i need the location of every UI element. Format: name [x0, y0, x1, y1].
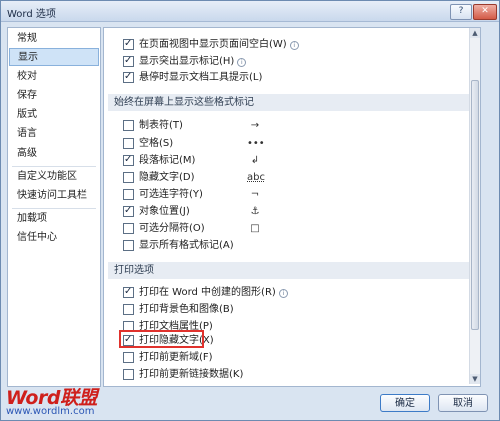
hidden-text-mark-icon: abc	[247, 172, 265, 183]
sidebar-item-advanced[interactable]: 高级	[9, 145, 99, 163]
option-print-background[interactable]: 打印背景色和图像(B)	[123, 303, 234, 317]
checkbox[interactable]	[123, 285, 134, 299]
cancel-button[interactable]: 取消	[438, 394, 488, 412]
option-object-anchors[interactable]: 对象位置(J) ⚓	[123, 204, 259, 219]
info-icon: i	[289, 40, 299, 50]
sidebar-item-language[interactable]: 语言	[9, 125, 99, 143]
sidebar-item-trust-center[interactable]: 信任中心	[9, 229, 99, 247]
checkbox[interactable]	[123, 303, 134, 315]
option-show-whitespace[interactable]: 在页面视图中显示页面间空白(W)i	[123, 37, 299, 52]
space-mark-icon: •••	[247, 138, 265, 149]
option-show-highlighter-marks[interactable]: 显示突出显示标记(H)i	[123, 54, 247, 69]
title-bar: Word 选项 ? ✕	[1, 1, 499, 22]
sidebar-item-customize-ribbon[interactable]: 自定义功能区	[9, 168, 99, 186]
highlight-box	[119, 330, 204, 348]
checkbox[interactable]	[123, 351, 134, 363]
watermark-logo: Word联盟 www.wordlm.com	[3, 383, 113, 419]
option-update-fields-before-print[interactable]: 打印前更新域(F)	[123, 351, 213, 365]
display-options-panel: 在页面视图中显示页面间空白(W)i 显示突出显示标记(H)i 悬停时显示文档工具…	[103, 27, 481, 387]
dialog-footer: Word联盟 www.wordlm.com 确定 取消	[1, 387, 499, 420]
checkbox[interactable]	[123, 137, 134, 149]
scroll-up-icon[interactable]: ▲	[470, 28, 480, 38]
checkbox[interactable]	[123, 70, 134, 84]
close-button[interactable]: ✕	[473, 4, 497, 20]
sidebar-item-layout[interactable]: 版式	[9, 106, 99, 124]
tab-mark-icon: →	[250, 120, 260, 131]
option-tab-characters[interactable]: 制表符(T) →	[123, 119, 259, 133]
sidebar-item-add-ins[interactable]: 加载项	[9, 210, 99, 228]
info-icon: i	[278, 288, 288, 298]
anchor-icon: ⚓	[250, 206, 260, 217]
checkbox[interactable]	[123, 37, 134, 51]
sidebar-divider	[12, 166, 96, 167]
checkbox[interactable]	[123, 54, 134, 68]
checkbox[interactable]	[123, 222, 134, 234]
sidebar-item-display[interactable]: 显示	[9, 48, 99, 66]
ok-button[interactable]: 确定	[380, 394, 430, 412]
checkbox[interactable]	[123, 153, 134, 167]
checkbox[interactable]	[123, 188, 134, 200]
scroll-thumb[interactable]	[471, 80, 479, 330]
checkbox[interactable]	[123, 119, 134, 131]
sidebar-item-proofing[interactable]: 校对	[9, 68, 99, 86]
checkbox[interactable]	[123, 204, 134, 218]
optional-break-mark-icon: □	[250, 223, 260, 234]
sidebar-divider	[12, 208, 96, 209]
sidebar-item-quick-access-toolbar[interactable]: 快速访问工具栏	[9, 187, 99, 205]
format-marks-section-header: 始终在屏幕上显示这些格式标记	[108, 94, 472, 111]
paragraph-mark-icon: ↲	[250, 155, 260, 166]
checkbox[interactable]	[123, 239, 134, 251]
option-paragraph-marks[interactable]: 段落标记(M) ↲	[123, 153, 259, 168]
optional-hyphen-mark-icon: ¬	[250, 189, 260, 200]
window-title: Word 选项	[7, 9, 56, 20]
help-button[interactable]: ?	[450, 4, 472, 20]
print-options-section-header: 打印选项	[108, 262, 472, 279]
option-hidden-text[interactable]: 隐藏文字(D) abc	[123, 171, 265, 185]
option-optional-breaks[interactable]: 可选分隔符(O) □	[123, 222, 260, 236]
watermark-url: www.wordlm.com	[6, 406, 95, 417]
checkbox[interactable]	[123, 171, 134, 183]
option-show-all-formatting-marks[interactable]: 显示所有格式标记(A)	[123, 239, 234, 253]
option-show-document-tooltips[interactable]: 悬停时显示文档工具提示(L)	[123, 70, 262, 85]
info-icon: i	[237, 57, 247, 67]
option-update-linked-data-before-print[interactable]: 打印前更新链接数据(K)	[123, 368, 243, 382]
option-print-drawings[interactable]: 打印在 Word 中创建的图形(R)i	[123, 285, 288, 300]
word-options-dialog: Word 选项 ? ✕ 常规 显示 校对 保存 版式 语言 高级 自定义功能区 …	[0, 0, 500, 421]
options-sidebar: 常规 显示 校对 保存 版式 语言 高级 自定义功能区 快速访问工具栏 加载项 …	[7, 27, 101, 387]
option-spaces[interactable]: 空格(S) •••	[123, 137, 265, 151]
vertical-scrollbar[interactable]: ▲ ▼	[469, 28, 480, 384]
scroll-down-icon[interactable]: ▼	[470, 374, 480, 384]
sidebar-item-save[interactable]: 保存	[9, 87, 99, 105]
sidebar-item-general[interactable]: 常规	[9, 30, 99, 48]
option-optional-hyphens[interactable]: 可选连字符(Y) ¬	[123, 188, 259, 202]
checkbox[interactable]	[123, 368, 134, 380]
